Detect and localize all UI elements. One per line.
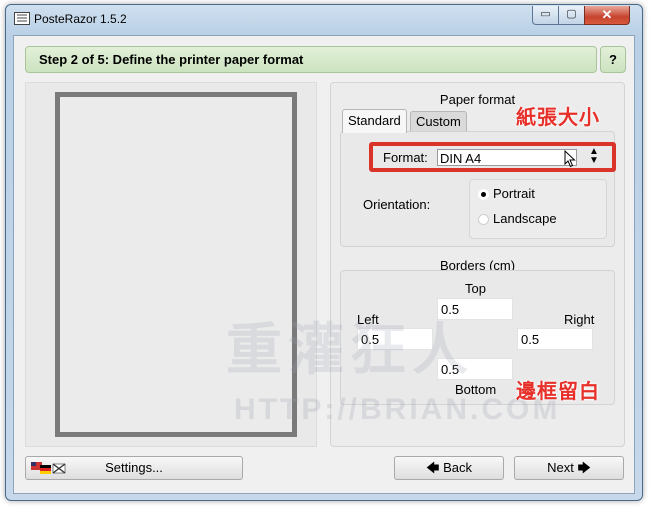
radio-selected-icon (478, 189, 489, 201)
next-button[interactable]: Next 🡆 (514, 456, 624, 480)
radio-unselected-icon (478, 214, 489, 226)
minimize-button[interactable]: ▭ (532, 6, 559, 25)
step-title: Step 2 of 5: Define the printer paper fo… (39, 52, 304, 67)
format-spinner-icon[interactable]: ▲ ▼ (589, 147, 599, 166)
next-arrow-icon: 🡆 (577, 460, 591, 475)
minimize-icon: ▭ (540, 8, 551, 20)
app-icon (14, 12, 30, 25)
radio-portrait[interactable]: Portrait (478, 186, 535, 204)
border-right-input[interactable]: 0.5 (517, 328, 593, 350)
border-left-input[interactable]: 0.5 (357, 328, 433, 350)
settings-label: Settings... (105, 460, 163, 475)
back-arrow-icon: 🡄 (426, 460, 440, 475)
annotation-paper-size: 紙張大小 (516, 105, 600, 129)
title-bar[interactable]: PosteRazor 1.5.2 ▭ ▢ ✕ (6, 5, 642, 33)
settings-button[interactable]: Settings... (25, 456, 243, 480)
format-select[interactable]: DIN A4 (437, 149, 577, 166)
format-row-highlight: Format: DIN A4 ▲ ▼ (369, 142, 616, 172)
border-left-label: Left (357, 312, 379, 327)
close-button[interactable]: ✕ (584, 6, 630, 25)
radio-landscape[interactable]: Landscape (478, 211, 557, 229)
step-header: Step 2 of 5: Define the printer paper fo… (25, 46, 597, 73)
close-icon: ✕ (601, 7, 613, 22)
tab-standard[interactable]: Standard (342, 109, 407, 133)
window-title: PosteRazor 1.5.2 (34, 12, 127, 26)
help-button[interactable]: ? (600, 46, 626, 73)
border-bottom-input[interactable]: 0.5 (437, 358, 513, 380)
orientation-label: Orientation: (363, 197, 431, 212)
back-button[interactable]: 🡄 Back (394, 456, 504, 480)
border-top-label: Top (465, 281, 486, 296)
border-bottom-label: Bottom (455, 382, 497, 397)
next-label: Next (547, 460, 574, 475)
language-flags-icon (31, 462, 66, 474)
maximize-button[interactable]: ▢ (558, 6, 585, 25)
tab-custom[interactable]: Custom (410, 111, 467, 132)
paper-preview (25, 82, 317, 447)
annotation-margins: 邊框留白 (516, 379, 600, 403)
maximize-icon: ▢ (566, 8, 577, 20)
border-right-label: Right (564, 312, 595, 327)
format-label: Format: (383, 150, 428, 165)
app-window: PosteRazor 1.5.2 ▭ ▢ ✕ Step 2 of 5: Defi… (5, 4, 643, 501)
landscape-label: Landscape (493, 211, 557, 226)
back-label: Back (443, 460, 472, 475)
mouse-cursor-icon (564, 150, 576, 168)
border-top-input[interactable]: 0.5 (437, 298, 513, 320)
portrait-label: Portrait (493, 186, 535, 201)
orientation-group: Portrait Landscape (469, 179, 607, 239)
paper-preview-sheet (55, 92, 297, 437)
